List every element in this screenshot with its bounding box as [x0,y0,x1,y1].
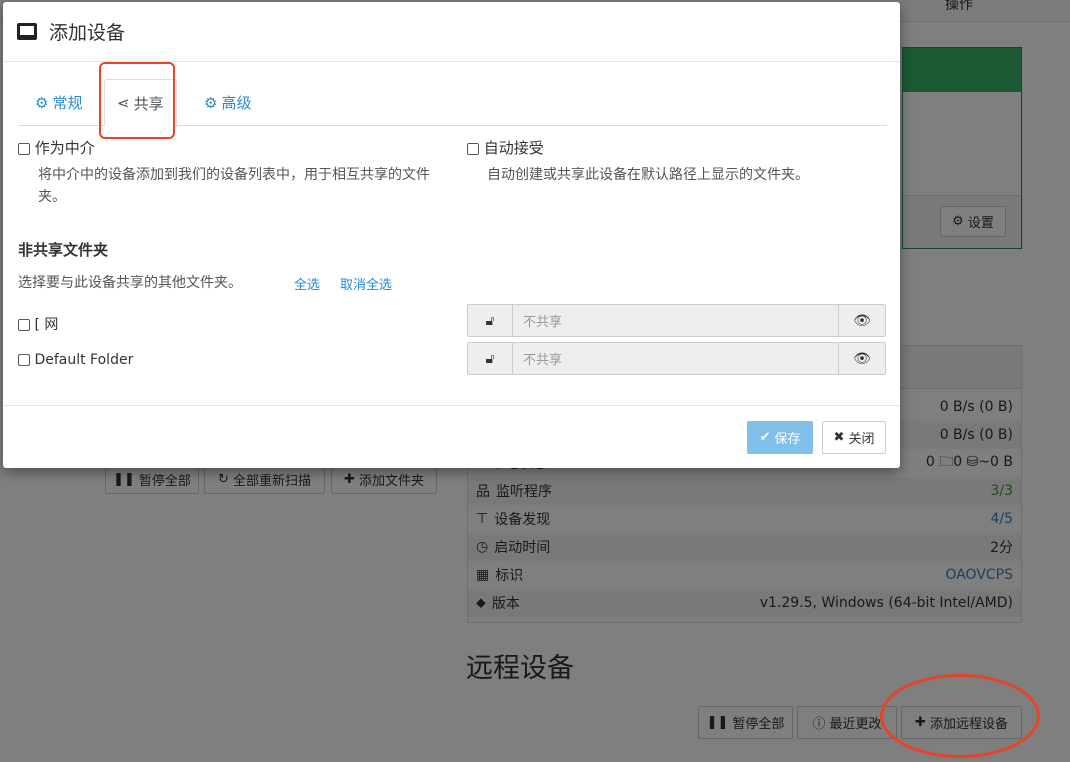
folder-share-input-group: 🔓︎ 不共享 👁︎ [467,342,886,375]
monitor-icon [17,23,37,40]
share-password-input[interactable]: 不共享 [513,343,839,374]
check-icon: ✔ [759,430,771,445]
folder-checkbox[interactable]: Default Folder [18,352,133,368]
folder-checkbox[interactable]: [ 网 [18,314,58,334]
eye-icon[interactable]: 👁︎ [839,305,885,336]
introducer-checkbox[interactable]: 作为中介 [18,137,95,158]
tab-general[interactable]: ⚙ 常规 [23,79,94,126]
close-icon: ✖ [833,430,845,445]
close-button[interactable]: ✖ 关闭 [822,421,886,454]
folder-share-input-group: 🔓︎ 不共享 👁︎ [467,304,886,337]
gear-icon: ⚙ [35,93,49,112]
share-password-input[interactable]: 不共享 [513,305,839,336]
auto-accept-help: 自动创建或共享此设备在默认路径上显示的文件夹。 [487,167,809,183]
eye-icon[interactable]: 👁︎ [839,343,885,374]
add-device-dialog: 添加设备 ⚙ 常规 ⋖ 共享 ⚙ 高级 作为中介 将中介中的设备添加到我们的设备列表中… [3,2,900,468]
introducer-help: 将中介中的设备添加到我们的设备列表中，用于相互共享的文件夹。 [38,167,430,205]
unlock-icon[interactable]: 🔓︎ [468,343,513,374]
highlight-box [99,62,175,139]
select-all-link[interactable]: 全选 [294,274,320,293]
dialog-title: 添加设备 [49,22,126,44]
dialog-footer [3,405,900,406]
tab-advanced[interactable]: ⚙ 高级 [192,79,263,126]
unshared-help: 选择要与此设备共享的其他文件夹。 [18,275,242,291]
deselect-all-link[interactable]: 取消全选 [340,274,392,293]
save-button[interactable]: ✔ 保存 [747,421,813,454]
highlight-ellipse [880,674,1040,758]
unlock-icon[interactable]: 🔓︎ [468,305,513,336]
unshared-heading: 非共享文件夹 [18,241,109,259]
gears-icon: ⚙ [204,93,218,112]
auto-accept-checkbox[interactable]: 自动接受 [467,137,544,158]
